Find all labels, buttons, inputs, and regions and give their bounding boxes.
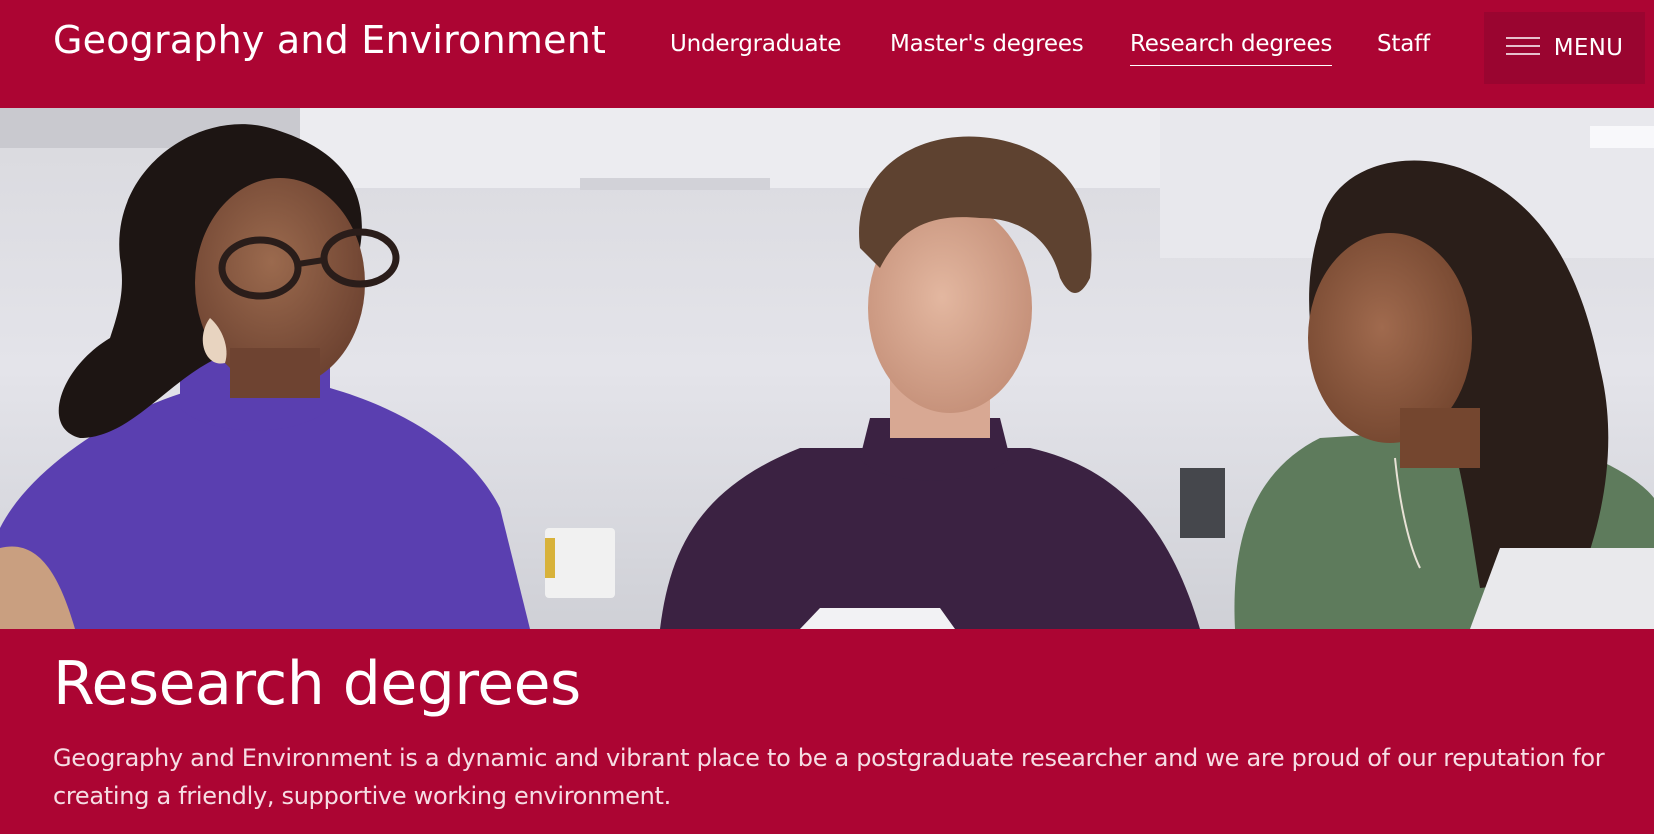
students-photo — [0, 108, 1654, 629]
hero-image — [0, 108, 1654, 629]
nav-link-masters-degrees[interactable]: Master's degrees — [890, 31, 1084, 65]
site-header: Geography and Environment Undergraduate … — [0, 0, 1654, 108]
nav-link-staff[interactable]: Staff — [1377, 31, 1430, 65]
intro-section: Research degrees Geography and Environme… — [0, 629, 1654, 834]
nav-link-undergraduate[interactable]: Undergraduate — [670, 31, 841, 65]
menu-button[interactable]: MENU — [1484, 12, 1645, 84]
nav-link-research-degrees[interactable]: Research degrees — [1130, 31, 1332, 66]
page-title: Research degrees — [53, 649, 581, 719]
hamburger-icon — [1505, 37, 1540, 59]
site-title-link[interactable]: Geography and Environment — [53, 18, 606, 62]
menu-label: MENU — [1553, 35, 1624, 61]
intro-text: Geography and Environment is a dynamic a… — [53, 744, 1605, 810]
